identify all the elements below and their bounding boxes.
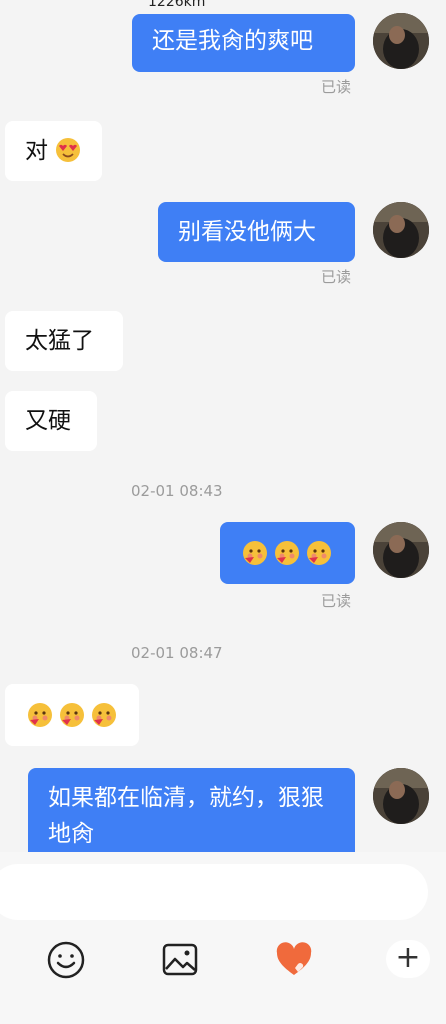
timestamp: 02-01 08:43 (131, 482, 223, 500)
plus-button[interactable]: + (386, 940, 430, 978)
read-status: 已读 (321, 592, 352, 610)
message-text: 如果都在临清，就约，狠狠地肏 (48, 785, 324, 847)
chat-area: 1226km 还是我肏的爽吧 已读 对 别看没他俩大 已读 太猛了 又硬 02-… (0, 0, 446, 868)
plus-icon: + (395, 940, 421, 975)
message-bubble-outgoing[interactable]: 别看没他俩大 (158, 202, 355, 262)
message-bubble-incoming[interactable]: 对 (5, 121, 102, 181)
avatar[interactable] (373, 13, 429, 69)
image-icon (162, 943, 198, 976)
image-button[interactable] (159, 939, 201, 981)
avatar-photo (373, 13, 429, 69)
smiley-icon (47, 941, 85, 979)
avatar-photo (373, 202, 429, 258)
message-bubble-outgoing[interactable]: 还是我肏的爽吧 (132, 14, 355, 72)
message-bubble-incoming[interactable] (5, 684, 139, 746)
avatar-photo (373, 522, 429, 578)
timestamp: 02-01 08:47 (131, 644, 223, 662)
message-text: 又硬 (25, 408, 71, 434)
avatar[interactable] (373, 768, 429, 824)
message-text: 还是我肏的爽吧 (152, 28, 313, 54)
bottom-bar (0, 852, 446, 1024)
message-input[interactable] (0, 864, 428, 920)
avatar[interactable] (373, 202, 429, 258)
read-status: 已读 (321, 78, 352, 96)
blush-emoji-icon (243, 541, 331, 565)
message-text: 别看没他俩大 (178, 219, 316, 245)
message-bubble-incoming[interactable]: 太猛了 (5, 311, 123, 371)
emoji-button[interactable] (45, 939, 87, 981)
avatar[interactable] (373, 522, 429, 578)
heart-icon (276, 942, 312, 975)
blush-emoji-icon (28, 703, 116, 727)
heart-eyes-emoji-icon (56, 138, 81, 162)
avatar-photo (373, 768, 429, 824)
message-text: 太猛了 (25, 328, 94, 354)
message-bubble-outgoing[interactable] (220, 522, 355, 584)
heart-button[interactable] (273, 939, 315, 981)
read-status: 已读 (321, 268, 352, 286)
message-text: 对 (25, 138, 48, 164)
distance-label: 1226km (148, 0, 206, 10)
message-bubble-incoming[interactable]: 又硬 (5, 391, 97, 451)
